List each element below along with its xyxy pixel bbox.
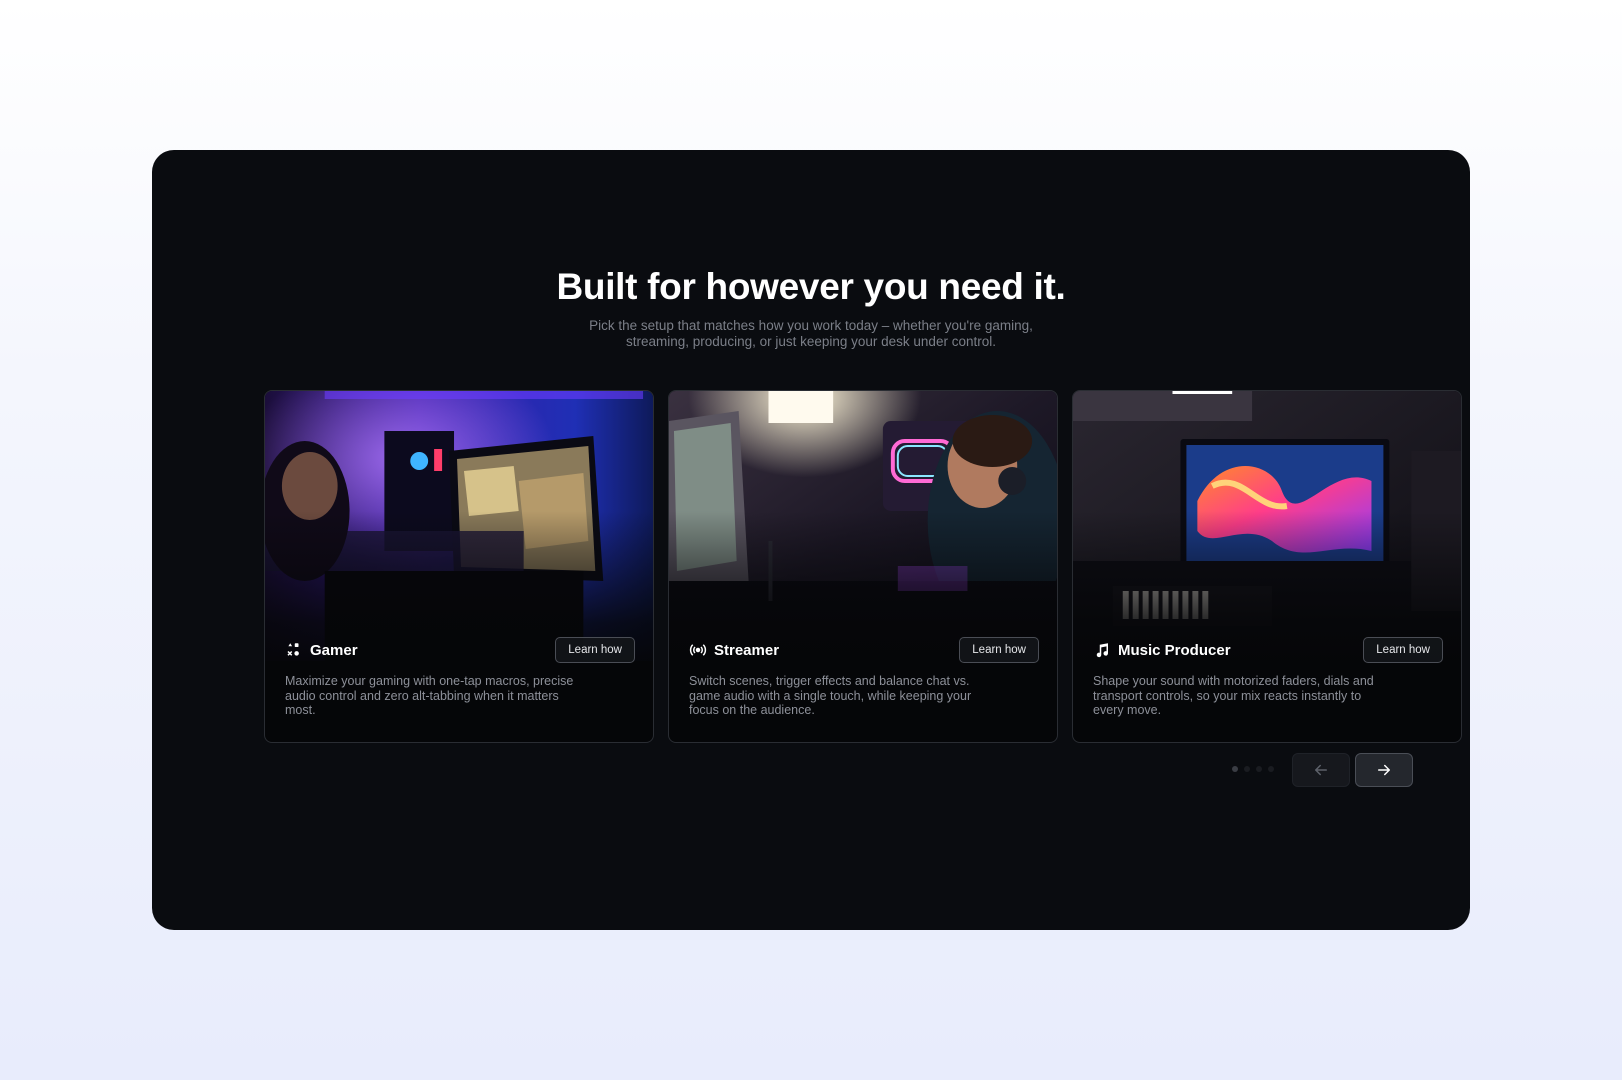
card-title: Gamer [310,641,358,659]
pagination-dot[interactable] [1232,766,1238,772]
pagination-dot[interactable] [1244,766,1250,772]
feature-panel: Built for however you need it. Pick the … [152,150,1470,930]
card-title: Music Producer [1118,641,1231,659]
next-button[interactable] [1355,753,1413,787]
learn-how-button[interactable]: Learn how [1363,637,1443,663]
card-gamer[interactable]: Gamer Learn how Maximize your gaming wit… [264,390,654,743]
card-music-producer[interactable]: Music Producer Learn how Shape your soun… [1072,390,1462,743]
pagination-dot[interactable] [1268,766,1274,772]
learn-how-button[interactable]: Learn how [555,637,635,663]
card-streamer[interactable]: Streamer Learn how Switch scenes, trigge… [668,390,1058,743]
learn-how-button[interactable]: Learn how [959,637,1039,663]
card-title: Streamer [714,641,780,659]
previous-button[interactable] [1292,753,1350,787]
music-note-icon [1096,643,1109,658]
arrow-right-icon [1378,764,1390,776]
carousel-pagination [1232,766,1274,772]
arrow-left-icon [1315,764,1327,776]
card-description: Maximize your gaming with one-tap macros… [285,674,574,717]
card-description: Shape your sound with motorized faders, … [1093,674,1374,717]
pagination-dot[interactable] [1256,766,1262,772]
section-heading: Built for however you need it. [556,266,1066,307]
gamepad-icon [287,643,299,656]
card-description: Switch scenes, trigger effects and balan… [689,674,972,717]
broadcast-icon [689,644,707,656]
section-subtext: Pick the setup that matches how you work… [589,318,1033,349]
